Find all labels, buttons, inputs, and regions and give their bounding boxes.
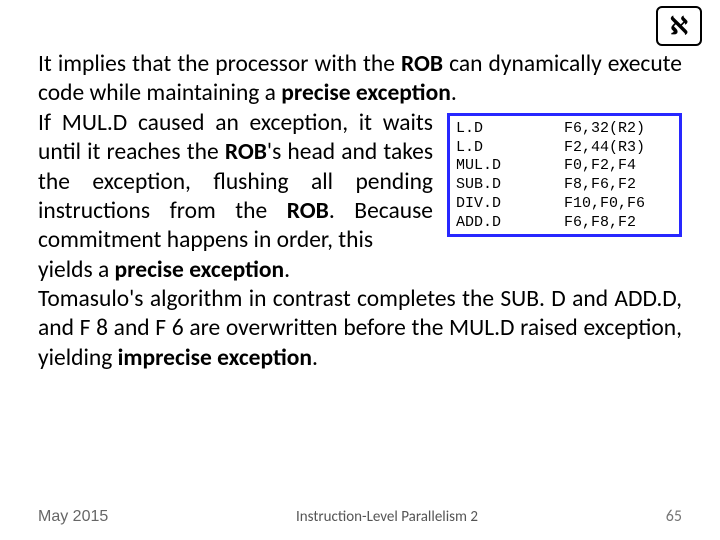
code-line: DIV.D F10,F0,F6 — [456, 195, 671, 214]
footer-title: Instruction-Level Parallelism 2 — [108, 508, 666, 526]
text: . — [284, 256, 290, 284]
code-line: ADD.D F6,F8,F2 — [456, 214, 671, 233]
code-line: MUL.D F0,F2,F4 — [456, 157, 671, 176]
text-bold: ROB — [401, 50, 443, 78]
text-bold: ROB — [287, 197, 329, 225]
paragraph-2: If MUL.D caused an exception, it waits u… — [38, 109, 433, 256]
paragraph-3: yields a precise exception. — [38, 256, 682, 285]
text-bold: precise exception — [115, 256, 285, 284]
slide-footer: May 2015 Instruction-Level Parallelism 2… — [38, 507, 682, 526]
code-line: L.D F6,32(R2) — [456, 120, 671, 139]
text: It implies that the processor with the — [38, 50, 401, 78]
text-bold: ROB — [225, 138, 267, 166]
code-line: L.D F2,44(R3) — [456, 139, 671, 158]
code-line: SUB.D F8,F6,F2 — [456, 176, 671, 195]
footer-date: May 2015 — [38, 508, 108, 526]
text: yields a — [38, 256, 115, 284]
text: . — [451, 79, 457, 107]
text-bold: imprecise exception — [118, 344, 312, 372]
code-listing: L.D F6,32(R2) L.D F2,44(R3) MUL.D F0,F2,… — [447, 113, 682, 238]
slide-body: It implies that the processor with the R… — [38, 50, 682, 373]
paragraph-4: Tomasulo's algorithm in contrast complet… — [38, 285, 682, 373]
logo-glyph: ℵ — [670, 12, 688, 41]
text: . — [312, 344, 318, 372]
paragraph-1: It implies that the processor with the R… — [38, 50, 682, 109]
institution-logo: ℵ — [656, 6, 702, 46]
footer-page-number: 65 — [666, 507, 682, 526]
text-bold: precise exception — [281, 79, 451, 107]
